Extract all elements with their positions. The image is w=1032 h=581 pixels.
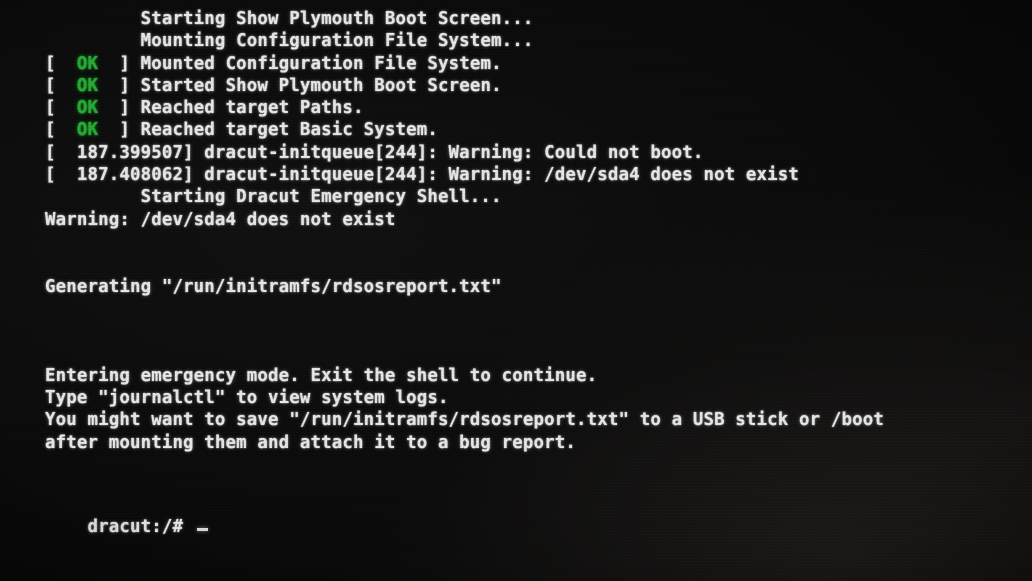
console-text: You might want to save "/run/initramfs/r… bbox=[45, 410, 884, 431]
console-line: [ OK ] Mounted Configuration File System… bbox=[45, 53, 1032, 75]
console-line: Generating "/run/initramfs/rdsosreport.t… bbox=[45, 276, 1032, 298]
boot-console-screen: Starting Show Plymouth Boot Screen... Mo… bbox=[0, 0, 1032, 581]
console-text: ] Mounted Configuration File System. bbox=[98, 53, 502, 74]
status-badge-ok: OK bbox=[76, 120, 99, 141]
console-line: Starting Dracut Emergency Shell... bbox=[45, 186, 1032, 208]
console-line bbox=[45, 298, 1032, 320]
console-line: Starting Show Plymouth Boot Screen... bbox=[45, 8, 1032, 30]
console-text: [ 187.408062] dracut-initqueue[244]: War… bbox=[45, 165, 800, 186]
console-text: ] Started Show Plymouth Boot Screen. bbox=[98, 75, 502, 96]
console-line bbox=[45, 320, 1032, 342]
console-text: ] Reached target Basic System. bbox=[98, 120, 438, 141]
console-line: [ 187.408062] dracut-initqueue[244]: War… bbox=[45, 164, 1032, 186]
console-text: [ bbox=[45, 98, 77, 119]
console-line: [ OK ] Reached target Basic System. bbox=[45, 119, 1032, 141]
console-line: [ OK ] Reached target Paths. bbox=[45, 97, 1032, 119]
console-text: Warning: /dev/sda4 does not exist bbox=[45, 209, 396, 230]
console-blank bbox=[45, 299, 56, 319]
console-text: Starting Dracut Emergency Shell... bbox=[45, 187, 502, 208]
console-line: Type "journalctl" to view system logs. bbox=[45, 387, 1032, 409]
console-blank bbox=[45, 232, 56, 252]
console-text: Type "journalctl" to view system logs. bbox=[45, 388, 449, 409]
console-text: [ bbox=[45, 120, 77, 141]
console-text: after mounting them and attach it to a b… bbox=[45, 432, 577, 453]
status-badge-ok: OK bbox=[76, 53, 99, 74]
console-text: Entering emergency mode. Exit the shell … bbox=[45, 365, 598, 386]
console-line bbox=[45, 342, 1032, 364]
console-line: Entering emergency mode. Exit the shell … bbox=[45, 365, 1032, 387]
console-line: Mounting Configuration File System... bbox=[45, 30, 1032, 52]
console-text: Generating "/run/initramfs/rdsosreport.t… bbox=[45, 276, 502, 297]
console-line bbox=[45, 253, 1032, 275]
shell-prompt-line[interactable]: dracut:/# bbox=[45, 494, 209, 561]
console-text: ] Reached target Paths. bbox=[98, 98, 364, 119]
console-line: after mounting them and attach it to a b… bbox=[45, 432, 1032, 454]
console-blank bbox=[45, 254, 56, 274]
status-badge-ok: OK bbox=[76, 98, 99, 119]
text-cursor bbox=[197, 528, 209, 532]
status-badge-ok: OK bbox=[76, 75, 99, 96]
console-text: [ 187.399507] dracut-initqueue[244]: War… bbox=[45, 142, 704, 163]
console-blank bbox=[45, 343, 56, 363]
console-text: Mounting Configuration File System... bbox=[45, 31, 534, 52]
console-line: [ 187.399507] dracut-initqueue[244]: War… bbox=[45, 142, 1032, 164]
console-text: Starting Show Plymouth Boot Screen... bbox=[45, 9, 534, 29]
console-line bbox=[45, 231, 1032, 253]
console-line: You might want to save "/run/initramfs/r… bbox=[45, 409, 1032, 431]
console-text: [ bbox=[45, 53, 77, 74]
console-text: [ bbox=[45, 75, 77, 96]
console-line: Warning: /dev/sda4 does not exist bbox=[45, 209, 1032, 231]
shell-prompt-text: dracut:/# bbox=[87, 517, 184, 538]
console-blank bbox=[45, 321, 56, 341]
console-line: [ OK ] Started Show Plymouth Boot Screen… bbox=[45, 75, 1032, 97]
